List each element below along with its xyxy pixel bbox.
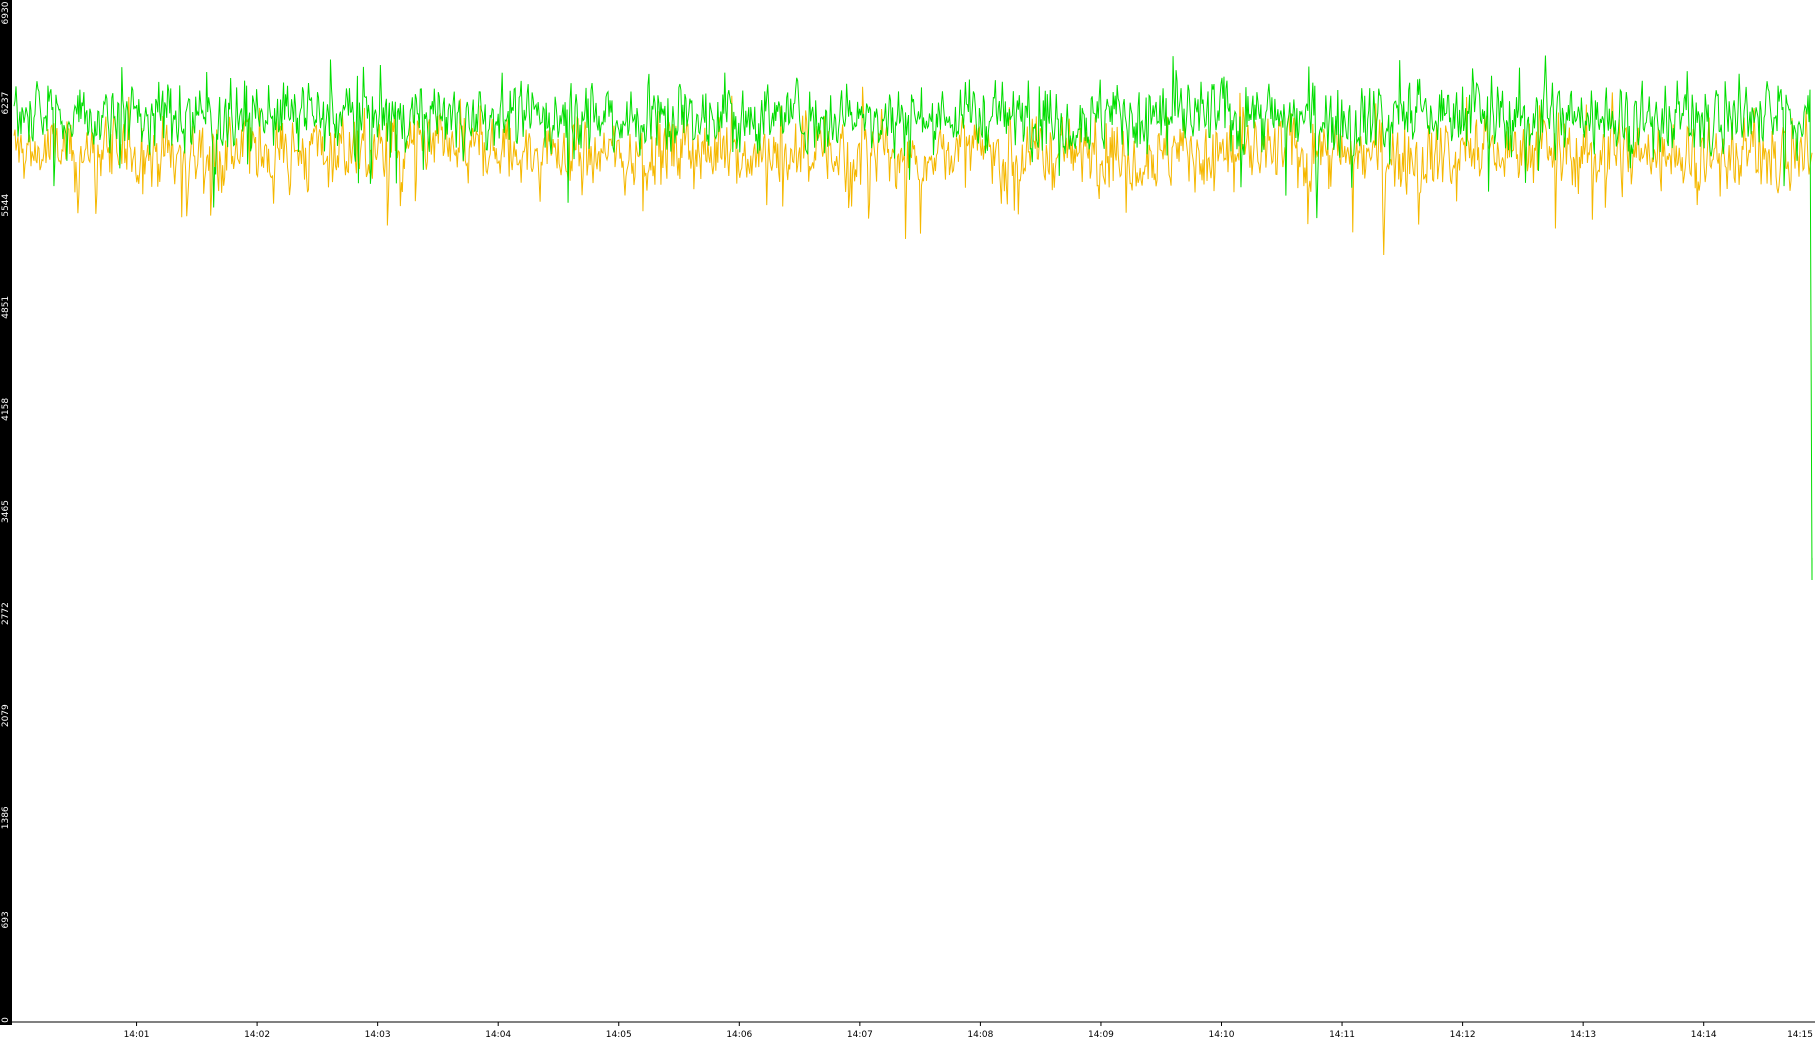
y-tick-label: 6237 bbox=[1, 92, 11, 115]
chart: 0 693 1386 2079 2772 3465 4158 4851 5544 6237 6930… bbox=[0, 0, 1815, 1039]
chart-svg: 0 693 1386 2079 2772 3465 4158 4851 5544 6237 6930… bbox=[0, 0, 1815, 1039]
y-tick-label: 1386 bbox=[1, 806, 11, 829]
y-tick-label: 2079 bbox=[1, 704, 11, 727]
x-tick-label: 14:06 bbox=[726, 1030, 752, 1039]
x-tick-label: 14:01 bbox=[124, 1030, 150, 1039]
x-tick-label: 14:11 bbox=[1329, 1030, 1355, 1039]
y-tick-label: 693 bbox=[1, 911, 11, 928]
x-tick-label: 14:08 bbox=[967, 1030, 993, 1039]
x-tick-label: 14:02 bbox=[244, 1030, 270, 1039]
x-tick-label: 14:13 bbox=[1570, 1030, 1596, 1039]
x-tick-label: 14:09 bbox=[1088, 1030, 1114, 1039]
y-tick-label: 0 bbox=[1, 1017, 11, 1023]
y-tick-label: 3465 bbox=[1, 500, 11, 523]
y-tick-label: 2772 bbox=[1, 602, 11, 625]
y-tick-label: 4851 bbox=[1, 296, 11, 319]
x-tick-label: 14:04 bbox=[485, 1030, 511, 1039]
x-tick-label: 14:15 bbox=[1787, 1030, 1813, 1039]
x-tick-label: 14:03 bbox=[365, 1030, 391, 1039]
x-tick-label: 14:05 bbox=[606, 1030, 632, 1039]
x-tick-label: 14:10 bbox=[1209, 1030, 1235, 1039]
y-tick-label: 5544 bbox=[1, 193, 11, 216]
x-tick-label: 14:07 bbox=[847, 1030, 873, 1039]
y-tick-label: 6930 bbox=[1, 1, 11, 24]
y-tick-label: 4158 bbox=[1, 398, 11, 421]
x-tick-label: 14:14 bbox=[1691, 1030, 1717, 1039]
x-tick-label: 14:12 bbox=[1450, 1030, 1476, 1039]
